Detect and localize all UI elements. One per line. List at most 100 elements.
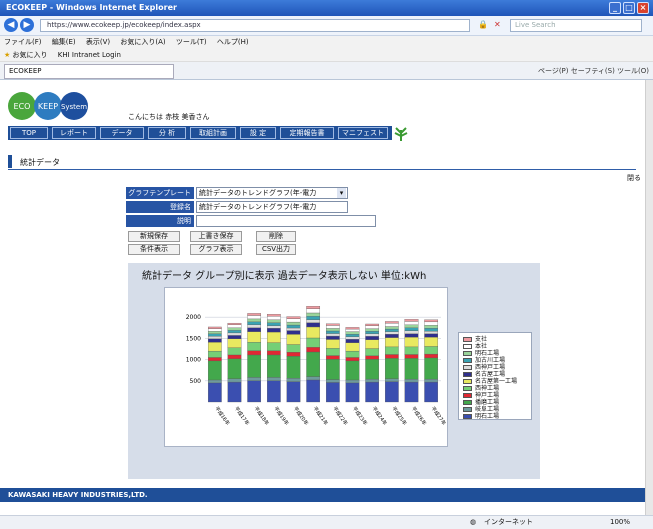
bar-segment	[247, 315, 262, 320]
show-conditions-button[interactable]: 条件表示	[128, 244, 180, 255]
page-title-text: 統計データ	[20, 158, 60, 167]
nav-analysis[interactable]: 分 析	[148, 127, 186, 139]
legend-swatch	[463, 393, 472, 398]
y-tick-label: 2000	[186, 314, 201, 321]
bar-segment	[365, 378, 380, 383]
menu-file[interactable]: ファイル(F)	[4, 38, 42, 46]
legend-item: 播磨工場	[463, 399, 499, 406]
show-graph-button[interactable]: グラフ表示	[190, 244, 242, 255]
bar-segment	[247, 380, 262, 403]
bar-segment	[424, 353, 439, 359]
browser-window: ECOKEEP - Windows Internet Explorer _ □ …	[0, 0, 653, 529]
bar-segment	[424, 346, 439, 355]
logo-system: System	[61, 103, 87, 111]
bar-segment	[365, 323, 380, 326]
bar-segment	[306, 326, 321, 339]
bar-segment	[365, 328, 380, 332]
command-bar[interactable]: ページ(P) セーフティ(S) ツール(O)	[538, 65, 649, 77]
name-field[interactable]: 統計データのトレンドグラフ(年-電力	[196, 201, 348, 213]
close-window-button[interactable]: ×	[637, 2, 649, 14]
legend-swatch	[463, 365, 472, 370]
bar-segment	[266, 319, 281, 323]
refresh-stop-icon[interactable]: ✕	[494, 20, 501, 29]
bar-segment	[286, 381, 301, 403]
bar-segment	[247, 318, 262, 323]
bar-segment	[207, 326, 222, 329]
legend-label: 明石工場	[475, 413, 500, 420]
chart-panel: 統計データ グループ別に表示 過去データ表示しない 単位:kWh 2000 150…	[128, 263, 540, 479]
bar-segment	[286, 334, 301, 345]
bar-segment	[365, 381, 380, 403]
nav-plan[interactable]: 取組計画	[190, 127, 236, 139]
url-input[interactable]: https://www.ecokeep.jp/ecokeep/index.asp…	[40, 19, 470, 32]
delete-button[interactable]: 削除	[256, 231, 296, 242]
bar-segment	[424, 357, 439, 380]
menu-view[interactable]: 表示(V)	[86, 38, 110, 46]
bar-segment	[325, 348, 340, 356]
close-link[interactable]: 閉る	[627, 173, 641, 183]
bar-segment	[384, 326, 399, 330]
bar-segment	[207, 331, 222, 334]
forward-arrow-icon[interactable]: ▶	[20, 18, 34, 32]
bar-segment	[404, 330, 419, 334]
zone-text: インターネット	[484, 518, 533, 526]
legend-item: 明石工場	[463, 350, 499, 357]
bar-segment	[286, 321, 301, 326]
bar-segment	[384, 337, 399, 348]
bar-segment	[266, 322, 281, 326]
csv-export-button[interactable]: CSV出力	[256, 244, 296, 255]
bar-segment	[207, 357, 222, 362]
legend-swatch	[463, 344, 472, 349]
page-content: ECO KEEP System こんにちは 赤枝 美香さん TOP レポート デ…	[0, 80, 645, 515]
nav-manifest[interactable]: マニフェスト	[338, 127, 388, 139]
bar-segment	[266, 314, 281, 317]
nav-settings[interactable]: 設 定	[240, 127, 276, 139]
nav-plan-label: 取組計画	[199, 129, 227, 137]
nav-report[interactable]: レポート	[52, 127, 96, 139]
lock-icon[interactable]: 🔒	[478, 20, 488, 29]
bar-segment	[384, 322, 399, 327]
nav-top[interactable]: TOP	[10, 127, 48, 139]
chart-title: 統計データ グループ別に表示 過去データ表示しない 単位:kWh	[142, 271, 427, 282]
chevron-down-icon: ▾	[337, 188, 346, 198]
x-tick-label: 平成19年	[272, 405, 290, 427]
menu-edit[interactable]: 編集(E)	[52, 38, 76, 46]
legend-label: 西神工場	[475, 385, 500, 392]
legend-swatch	[463, 414, 472, 419]
menu-tools[interactable]: ツール(T)	[176, 38, 207, 46]
bar-segment	[227, 378, 242, 383]
maximize-button[interactable]: □	[623, 2, 635, 14]
tab-ecokeep[interactable]: ECOKEEP	[4, 64, 174, 79]
save-overwrite-button[interactable]: 上書き保存	[190, 231, 242, 242]
template-select[interactable]: 統計データのトレンドグラフ(年-電力 ▾	[196, 187, 348, 199]
bar-segment	[227, 358, 242, 379]
bar-segment	[247, 350, 262, 356]
favorite-link[interactable]: KHI Intranet Login	[58, 51, 121, 59]
bar-segment	[266, 380, 281, 403]
bar-segment	[286, 327, 301, 331]
minimize-button[interactable]: _	[609, 2, 621, 14]
nav-periodic-report[interactable]: 定期報告書	[280, 127, 334, 139]
description-field[interactable]	[196, 215, 376, 227]
legend-item: 西神戸工場	[463, 364, 505, 371]
vertical-scrollbar[interactable]	[645, 80, 653, 515]
bar-segment	[424, 333, 439, 338]
template-row: グラフテンプレート 統計データのトレンドグラフ(年-電力 ▾	[126, 187, 376, 199]
bar-segment	[227, 324, 242, 328]
back-arrow-icon[interactable]: ◀	[4, 18, 18, 32]
favorites-button[interactable]: お気に入り	[13, 51, 48, 59]
legend-item: 名古屋第一工場	[463, 378, 517, 385]
bar-segment	[306, 312, 321, 317]
bar-segment	[384, 334, 399, 338]
menu-help[interactable]: ヘルプ(H)	[217, 38, 249, 46]
bar-segment	[247, 354, 262, 378]
bar-segment	[404, 333, 419, 338]
nav-data[interactable]: データ	[100, 127, 144, 139]
menu-favorites[interactable]: お気に入り(A)	[120, 38, 165, 46]
bar-segment	[384, 378, 399, 382]
bar-segment	[424, 381, 439, 403]
bar-segment	[266, 354, 281, 378]
save-new-button[interactable]: 新規保存	[128, 231, 180, 242]
zoom-level[interactable]: 100%	[610, 516, 630, 529]
search-input[interactable]: Live Search	[510, 19, 642, 32]
